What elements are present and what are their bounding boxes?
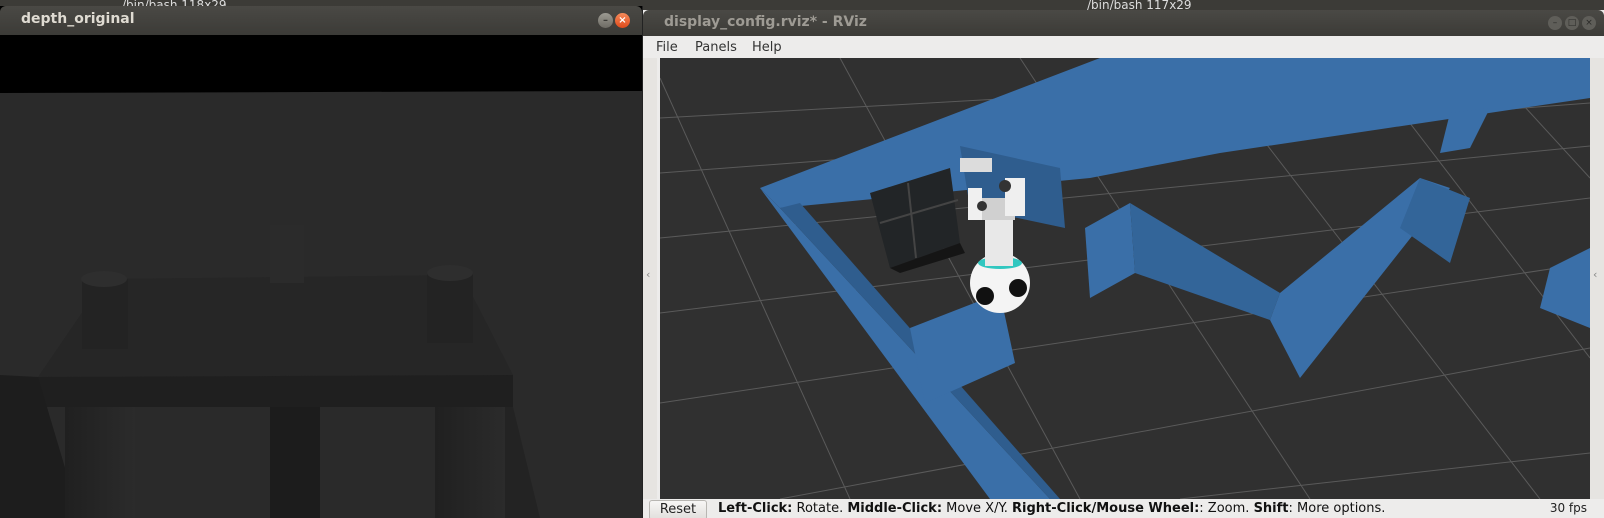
rviz-window-titlebar[interactable]: display_config.rviz* - RViz – □ ×	[643, 10, 1604, 36]
depth-image	[0, 35, 642, 518]
mouse-hint: Left-Click: Rotate. Middle-Click: Move X…	[718, 501, 1385, 516]
rviz-close-button[interactable]: ×	[1582, 16, 1596, 30]
depth-window: depth_original – ×	[0, 6, 643, 518]
rviz-minimize-button[interactable]: –	[1548, 16, 1562, 30]
close-button[interactable]: ×	[615, 13, 630, 28]
minimize-button[interactable]: –	[598, 13, 613, 28]
menu-help[interactable]: Help	[752, 40, 782, 55]
reset-button[interactable]: Reset	[649, 500, 707, 518]
chevron-left-icon: ‹	[1593, 268, 1598, 281]
depth-window-title: depth_original	[21, 11, 135, 27]
chevron-left-icon: ‹	[646, 268, 651, 281]
right-panel-toggle[interactable]: ‹	[1590, 58, 1604, 499]
depth-window-titlebar[interactable]: depth_original – ×	[0, 6, 642, 35]
hint-right-click-key: Right-Click/Mouse Wheel:	[1012, 501, 1200, 516]
status-bar: Reset Left-Click: Rotate. Middle-Click: …	[643, 499, 1604, 518]
hint-shift-key: Shift	[1253, 501, 1289, 516]
hint-left-click-key: Left-Click:	[718, 501, 793, 516]
menu-bar: File Panels Help	[643, 36, 1604, 58]
rviz-window-title: display_config.rviz* - RViz	[664, 14, 867, 30]
background-terminal-title-right: /bin/bash 117x29	[1087, 0, 1192, 10]
hint-middle-click-action: Move X/Y.	[942, 501, 1013, 516]
left-panel-toggle[interactable]: ‹	[643, 58, 657, 499]
3d-viewport[interactable]	[660, 58, 1590, 499]
hint-right-click-action: : Zoom.	[1199, 501, 1254, 516]
hint-shift-action: : More options.	[1288, 501, 1386, 516]
menu-panels[interactable]: Panels	[695, 40, 737, 55]
fps-counter: 30 fps	[1549, 501, 1587, 515]
rviz-window: display_config.rviz* - RViz – □ × File P…	[643, 10, 1604, 518]
3d-scene	[660, 58, 1590, 499]
hint-left-click-action: Rotate.	[792, 501, 848, 516]
menu-file[interactable]: File	[656, 40, 678, 55]
hint-middle-click-key: Middle-Click:	[847, 501, 943, 516]
rviz-maximize-button[interactable]: □	[1565, 16, 1579, 30]
